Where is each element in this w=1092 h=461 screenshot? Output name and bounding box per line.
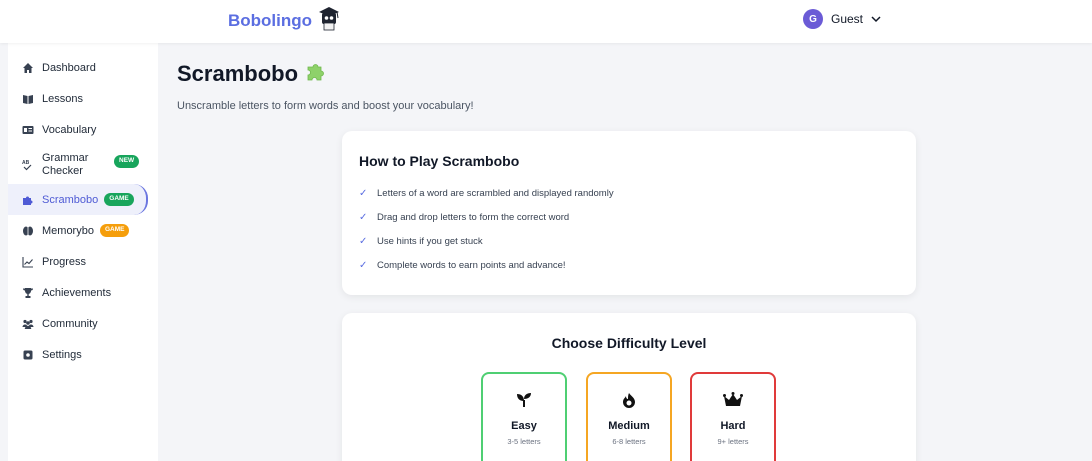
difficulty-card: Choose Difficulty Level Easy 3-5 letters… <box>342 313 916 461</box>
sidebar-item-dashboard[interactable]: Dashboard <box>8 52 158 83</box>
level-name: Medium <box>608 420 650 432</box>
medium-level-button[interactable]: Medium 6-8 letters <box>586 372 672 461</box>
rule-item: ✓ Drag and drop letters to form the corr… <box>359 212 569 223</box>
rule-item: ✓ Use hints if you get stuck <box>359 236 483 247</box>
sidebar-item-memorybo[interactable]: Memorybo GAME <box>8 215 158 246</box>
level-desc: 6-8 letters <box>612 437 646 446</box>
sidebar-item-community[interactable]: Community <box>8 308 158 339</box>
id-card-icon <box>22 124 34 136</box>
svg-text:AB: AB <box>22 160 30 166</box>
sidebar-item-label: Settings <box>42 348 82 361</box>
game-badge: GAME <box>99 224 130 237</box>
rule-text: Letters of a word are scrambled and disp… <box>377 188 614 199</box>
how-to-play-card: How to Play Scrambobo ✓ Letters of a wor… <box>342 131 916 295</box>
brand-logo[interactable]: Bobolingo <box>228 6 340 36</box>
page-title-text: Scrambobo <box>177 60 299 86</box>
spell-check-icon: AB <box>22 159 34 171</box>
user-menu[interactable]: G Guest <box>803 8 881 30</box>
sidebar-item-settings[interactable]: Settings <box>8 339 158 370</box>
brand-name[interactable]: Bobolingo <box>228 11 312 31</box>
level-name: Hard <box>720 420 746 432</box>
rule-text: Drag and drop letters to form the correc… <box>377 212 570 223</box>
book-icon <box>22 93 34 105</box>
user-name[interactable]: Guest <box>831 12 863 26</box>
check-icon: ✓ <box>359 236 368 247</box>
how-to-play-title: How to Play Scrambobo <box>359 153 520 169</box>
sidebar-item-label: Dashboard <box>42 61 96 74</box>
sidebar-item-progress[interactable]: Progress <box>8 246 158 277</box>
sidebar-item-label: Lessons <box>42 92 83 105</box>
brain-icon <box>22 225 34 237</box>
sidebar-item-label: Progress <box>42 255 87 268</box>
chevron-down-icon[interactable] <box>871 10 881 28</box>
difficulty-title: Choose Difficulty Level <box>551 335 707 351</box>
trophy-icon <box>22 287 34 299</box>
check-icon: ✓ <box>359 188 368 199</box>
line-chart-icon <box>22 256 34 268</box>
puzzle-icon <box>22 194 34 206</box>
sidebar-item-lessons[interactable]: Lessons <box>8 83 158 114</box>
sidebar-item-grammar-checker[interactable]: AB Grammar Checker NEW <box>8 145 158 184</box>
gear-icon <box>22 349 34 361</box>
mascot-icon <box>318 6 340 36</box>
sidebar-item-scrambobo[interactable]: Scrambobo GAME <box>8 184 148 215</box>
page-subtitle: Unscramble letters to form words and boo… <box>177 100 474 112</box>
top-bar: Bobolingo G Guest <box>0 0 1092 43</box>
sidebar-item-vocabulary[interactable]: Vocabulary <box>8 114 158 145</box>
sidebar-item-label: Grammar Checker <box>42 151 89 177</box>
easy-level-button[interactable]: Easy 3-5 letters <box>481 372 567 461</box>
home-icon <box>22 62 34 74</box>
sidebar-item-label: Vocabulary <box>42 123 97 136</box>
seedling-icon <box>483 392 565 408</box>
rule-item: ✓ Letters of a word are scrambled and di… <box>359 188 614 199</box>
check-icon: ✓ <box>359 212 368 223</box>
sidebar-item-achievements[interactable]: Achievements <box>8 277 158 308</box>
sidebar-item-label: Community <box>42 317 98 330</box>
sidebar-item-label: Memorybo <box>42 224 94 237</box>
page-title: Scrambobo <box>177 60 328 87</box>
sidebar-item-label: Achievements <box>42 286 112 299</box>
rule-text: Complete words to earn points and advanc… <box>377 260 566 271</box>
users-icon <box>22 318 34 330</box>
level-desc: 9+ letters <box>717 437 749 446</box>
level-name: Easy <box>511 420 537 432</box>
avatar[interactable]: G <box>803 9 823 29</box>
fire-icon <box>588 392 670 408</box>
hard-level-button[interactable]: Hard 9+ letters <box>690 372 776 461</box>
game-badge: GAME <box>104 193 134 206</box>
rule-text: Use hints if you get stuck <box>377 236 483 247</box>
new-badge: NEW <box>114 155 140 168</box>
crown-icon <box>692 392 774 408</box>
rule-item: ✓ Complete words to earn points and adva… <box>359 260 566 271</box>
sidebar-item-label: Scrambobo <box>42 193 99 206</box>
sidebar: Dashboard Lessons Vocabulary AB Grammar … <box>8 43 158 461</box>
check-icon: ✓ <box>359 260 368 271</box>
level-desc: 3-5 letters <box>507 437 541 446</box>
puzzle-icon <box>306 60 328 87</box>
